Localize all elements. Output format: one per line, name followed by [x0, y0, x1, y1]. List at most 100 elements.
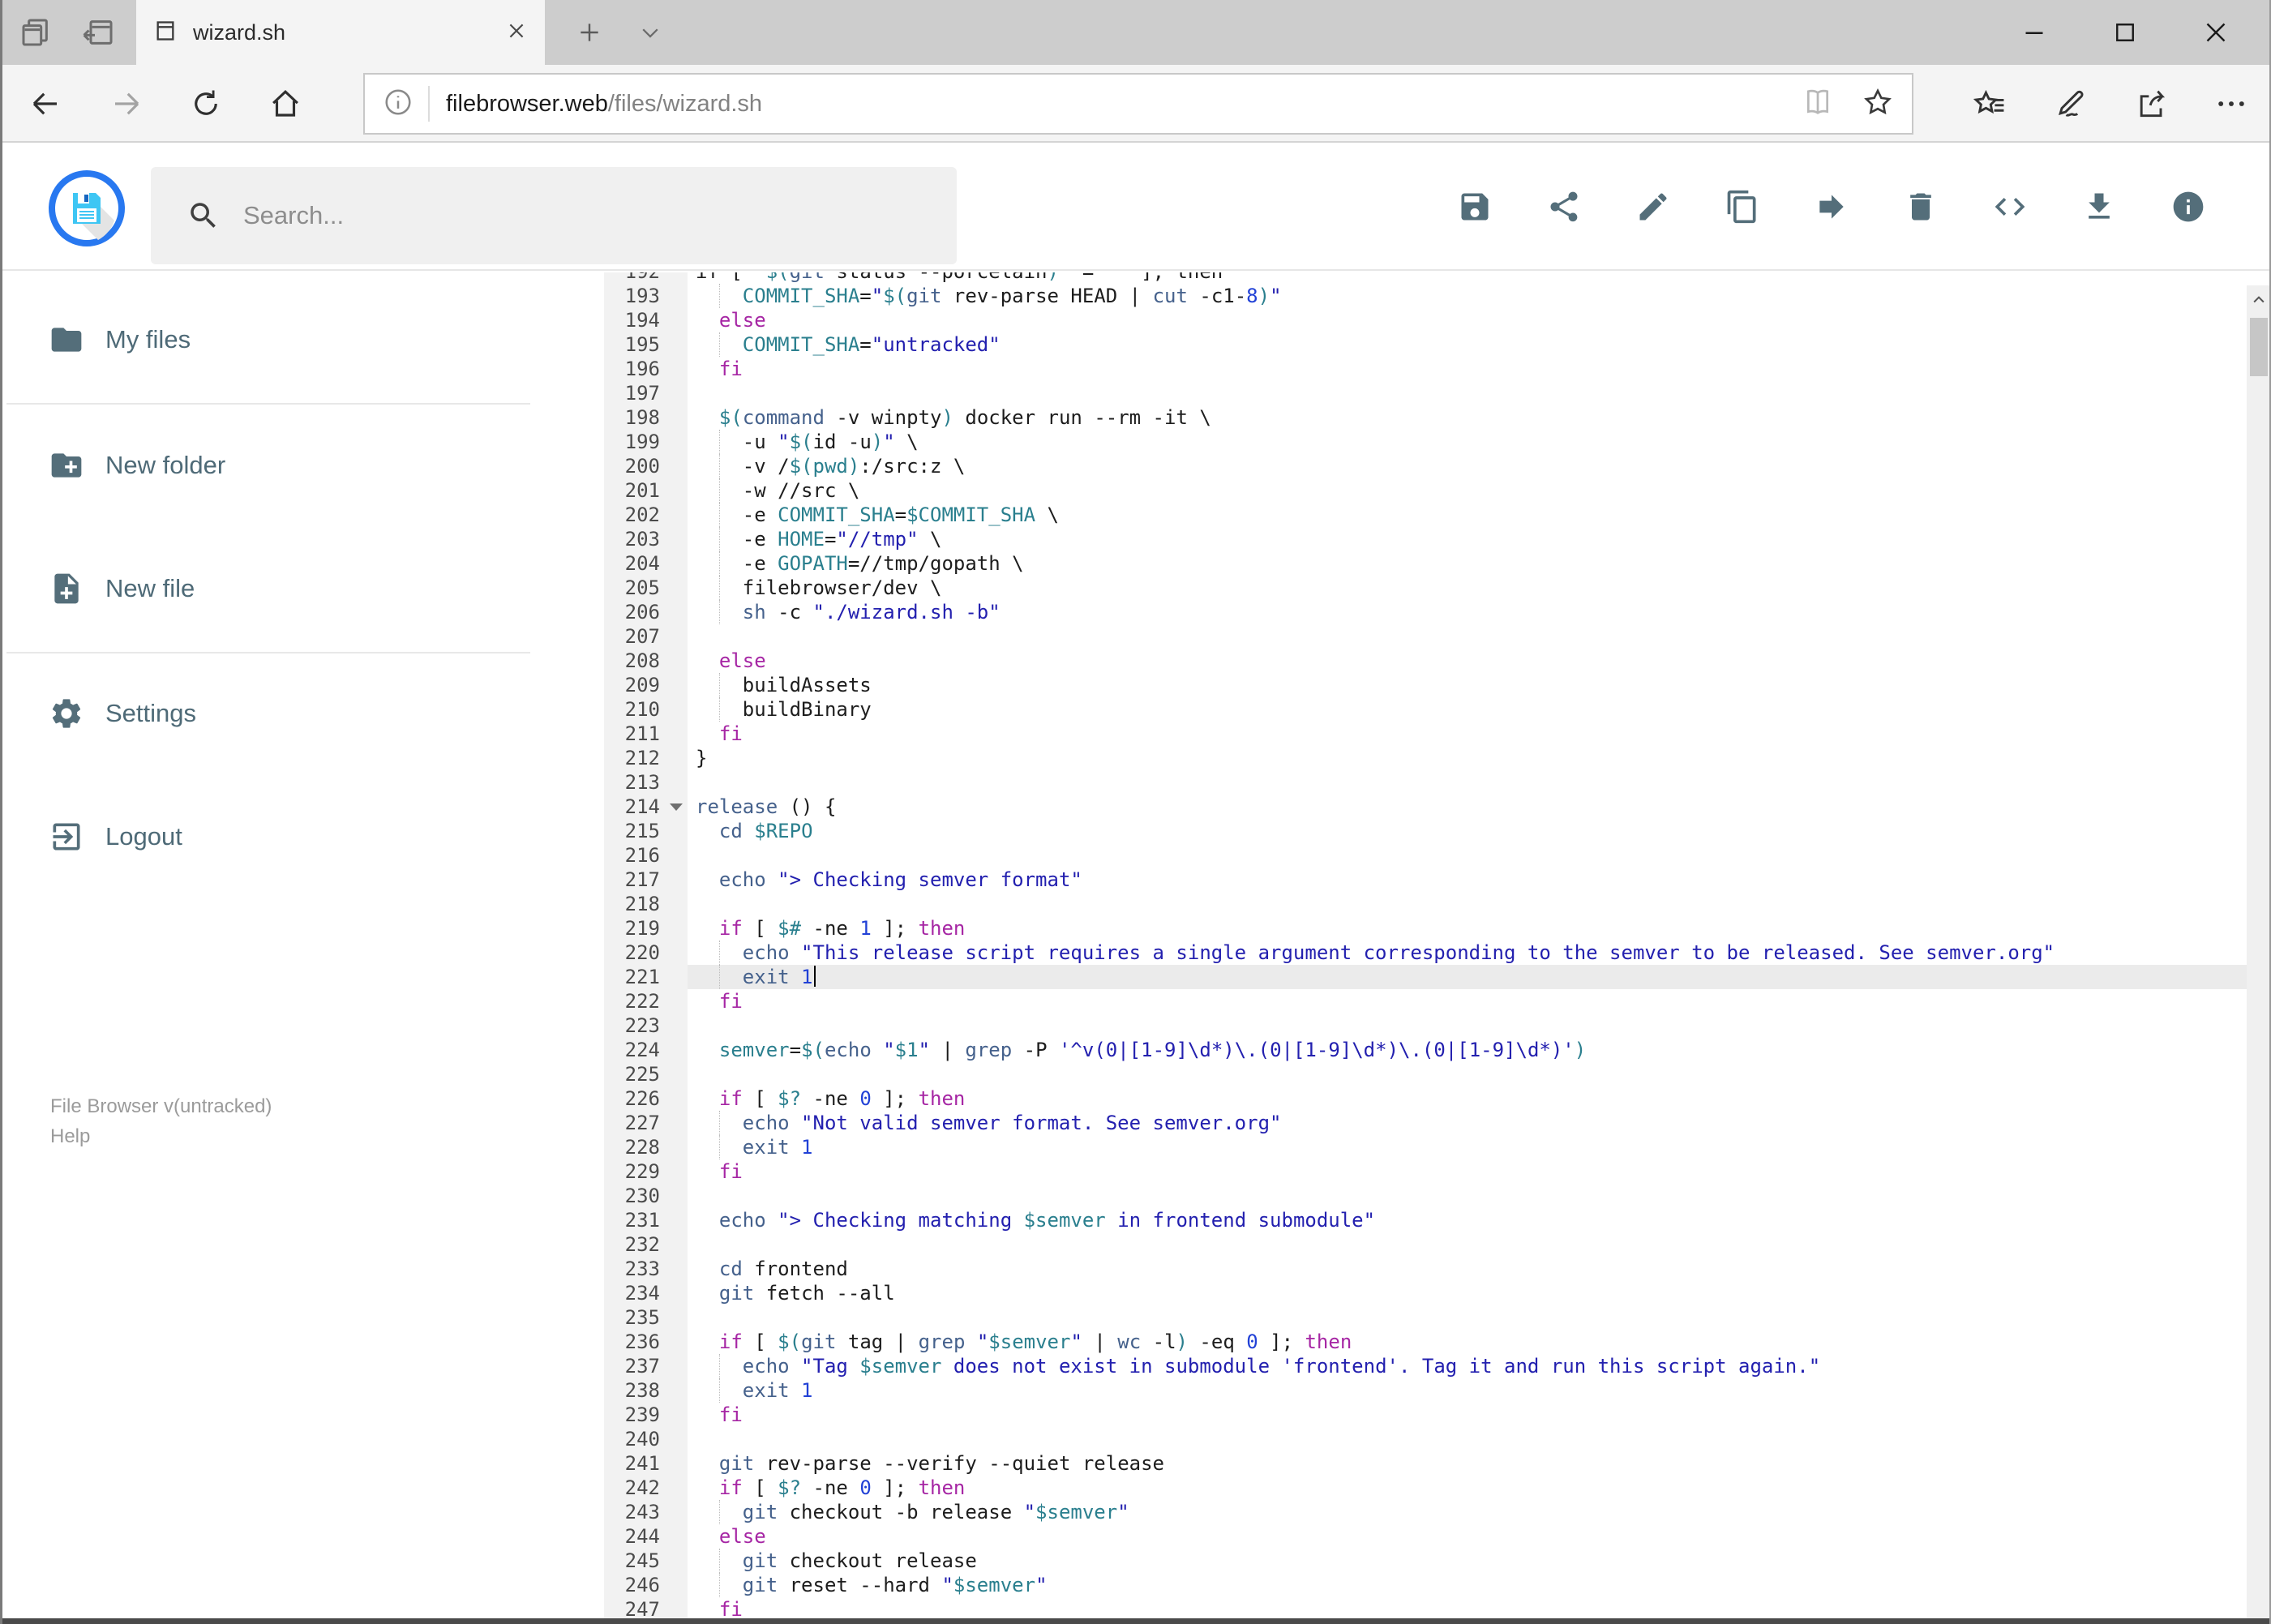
- code-line-208[interactable]: 208 else: [604, 649, 2247, 673]
- maximize-button[interactable]: [2080, 0, 2170, 65]
- code-line-203[interactable]: 203 -e HOME="//tmp" \: [604, 527, 2247, 551]
- code-line-196[interactable]: 196 fi: [604, 357, 2247, 381]
- download-button[interactable]: [2081, 189, 2117, 225]
- code-text[interactable]: [688, 1232, 2247, 1257]
- forward-button[interactable]: [104, 81, 149, 126]
- minimize-button[interactable]: [1989, 0, 2080, 65]
- sidebar-item-new-folder[interactable]: New folder: [0, 421, 535, 510]
- code-text[interactable]: $(command -v winpty) docker run --rm -it…: [688, 405, 2247, 430]
- code-line-216[interactable]: 216: [604, 843, 2247, 868]
- code-text[interactable]: fi: [688, 1597, 2247, 1621]
- code-text[interactable]: if [ "$(git status --porcelain)" = "" ];…: [688, 272, 2247, 284]
- code-text[interactable]: [688, 770, 2247, 795]
- move-button[interactable]: [1814, 189, 1849, 225]
- code-text[interactable]: [688, 892, 2247, 916]
- code-text[interactable]: if [ $? -ne 0 ]; then: [688, 1476, 2247, 1500]
- code-text[interactable]: COMMIT_SHA="untracked": [688, 332, 2247, 357]
- favorites-hub-icon[interactable]: [1967, 81, 2012, 126]
- search-bar[interactable]: [151, 167, 957, 264]
- code-text[interactable]: if [ $# -ne 1 ]; then: [688, 916, 2247, 941]
- copy-button[interactable]: [1725, 189, 1760, 225]
- edit-button[interactable]: [1635, 189, 1671, 225]
- reading-view-icon[interactable]: [1802, 86, 1834, 122]
- code-line-198[interactable]: 198 $(command -v winpty) docker run --rm…: [604, 405, 2247, 430]
- code-line-195[interactable]: 195 COMMIT_SHA="untracked": [604, 332, 2247, 357]
- code-text[interactable]: [688, 624, 2247, 649]
- code-text[interactable]: echo "> Checking matching $semver in fro…: [688, 1208, 2247, 1232]
- code-button[interactable]: [1992, 189, 2028, 225]
- help-link[interactable]: Help: [50, 1121, 272, 1151]
- code-line-241[interactable]: 241 git rev-parse --verify --quiet relea…: [604, 1451, 2247, 1476]
- code-text[interactable]: git fetch --all: [688, 1281, 2247, 1305]
- code-line-222[interactable]: 222 fi: [604, 989, 2247, 1013]
- sidebar-item-logout[interactable]: Logout: [0, 792, 535, 881]
- code-line-202[interactable]: 202 -e COMMIT_SHA=$COMMIT_SHA \: [604, 503, 2247, 527]
- code-line-245[interactable]: 245 git checkout release: [604, 1549, 2247, 1573]
- code-text[interactable]: fi: [688, 722, 2247, 746]
- code-text[interactable]: echo "Tag $semver does not exist in subm…: [688, 1354, 2247, 1378]
- code-line-215[interactable]: 215 cd $REPO: [604, 819, 2247, 843]
- code-text[interactable]: fi: [688, 357, 2247, 381]
- code-text[interactable]: semver=$(echo "$1" | grep -P '^v(0|[1-9]…: [688, 1038, 2247, 1062]
- code-line-243[interactable]: 243 git checkout -b release "$semver": [604, 1500, 2247, 1524]
- code-line-238[interactable]: 238 exit 1: [604, 1378, 2247, 1403]
- code-line-233[interactable]: 233 cd frontend: [604, 1257, 2247, 1281]
- code-line-230[interactable]: 230: [604, 1184, 2247, 1208]
- code-text[interactable]: release () {: [688, 795, 2247, 819]
- code-text[interactable]: if [ $? -ne 0 ]; then: [688, 1086, 2247, 1111]
- code-line-226[interactable]: 226 if [ $? -ne 0 ]; then: [604, 1086, 2247, 1111]
- code-text[interactable]: [688, 381, 2247, 405]
- code-line-224[interactable]: 224 semver=$(echo "$1" | grep -P '^v(0|[…: [604, 1038, 2247, 1062]
- code-line-236[interactable]: 236 if [ $(git tag | grep "$semver" | wc…: [604, 1330, 2247, 1354]
- code-line-217[interactable]: 217 echo "> Checking semver format": [604, 868, 2247, 892]
- add-favorite-star-icon[interactable]: [1862, 86, 1894, 122]
- code-line-193[interactable]: 193 COMMIT_SHA="$(git rev-parse HEAD | c…: [604, 284, 2247, 308]
- code-line-210[interactable]: 210 buildBinary: [604, 697, 2247, 722]
- code-text[interactable]: exit 1: [688, 965, 2247, 989]
- fold-arrow-icon[interactable]: [670, 803, 683, 811]
- code-line-199[interactable]: 199 -u "$(id -u)" \: [604, 430, 2247, 454]
- code-text[interactable]: buildBinary: [688, 697, 2247, 722]
- code-line-214[interactable]: 214 release () {: [604, 795, 2247, 819]
- code-line-220[interactable]: 220 echo "This release script requires a…: [604, 941, 2247, 965]
- code-text[interactable]: echo "Not valid semver format. See semve…: [688, 1111, 2247, 1135]
- address-bar[interactable]: filebrowser.web/files/wizard.sh: [363, 73, 1913, 135]
- code-text[interactable]: [688, 1062, 2247, 1086]
- code-text[interactable]: [688, 1184, 2247, 1208]
- code-line-213[interactable]: 213: [604, 770, 2247, 795]
- code-line-219[interactable]: 219 if [ $# -ne 1 ]; then: [604, 916, 2247, 941]
- refresh-button[interactable]: [183, 81, 229, 126]
- code-text[interactable]: echo "This release script requires a sin…: [688, 941, 2247, 965]
- code-line-242[interactable]: 242 if [ $? -ne 0 ]; then: [604, 1476, 2247, 1500]
- code-text[interactable]: -v /$(pwd):/src:z \: [688, 454, 2247, 478]
- code-text[interactable]: else: [688, 1524, 2247, 1549]
- code-line-231[interactable]: 231 echo "> Checking matching $semver in…: [604, 1208, 2247, 1232]
- share-page-icon[interactable]: [2129, 81, 2175, 126]
- site-info-icon[interactable]: [383, 87, 413, 122]
- code-line-205[interactable]: 205 filebrowser/dev \: [604, 576, 2247, 600]
- code-line-212[interactable]: 212}: [604, 746, 2247, 770]
- tab-close-icon[interactable]: [506, 20, 527, 45]
- code-text[interactable]: git checkout -b release "$semver": [688, 1500, 2247, 1524]
- close-window-button[interactable]: [2170, 0, 2261, 65]
- info-button[interactable]: [2170, 189, 2206, 225]
- sidebar-item-my-files[interactable]: My files: [0, 295, 535, 384]
- code-text[interactable]: exit 1: [688, 1378, 2247, 1403]
- code-line-204[interactable]: 204 -e GOPATH=//tmp/gopath \: [604, 551, 2247, 576]
- code-line-211[interactable]: 211 fi: [604, 722, 2247, 746]
- code-text[interactable]: -e COMMIT_SHA=$COMMIT_SHA \: [688, 503, 2247, 527]
- code-text[interactable]: [688, 843, 2247, 868]
- new-tab-button[interactable]: [563, 11, 616, 54]
- page-scrollbar[interactable]: [2247, 285, 2271, 1624]
- code-text[interactable]: else: [688, 649, 2247, 673]
- code-text[interactable]: fi: [688, 989, 2247, 1013]
- search-input[interactable]: [242, 200, 893, 231]
- code-text[interactable]: [688, 1013, 2247, 1038]
- code-text[interactable]: [688, 1427, 2247, 1451]
- code-line-201[interactable]: 201 -w //src \: [604, 478, 2247, 503]
- code-line-229[interactable]: 229 fi: [604, 1159, 2247, 1184]
- code-line-221[interactable]: 221 exit 1: [604, 965, 2247, 989]
- more-options-icon[interactable]: [2209, 81, 2254, 126]
- code-text[interactable]: -e GOPATH=//tmp/gopath \: [688, 551, 2247, 576]
- browser-tab[interactable]: wizard.sh: [136, 0, 545, 65]
